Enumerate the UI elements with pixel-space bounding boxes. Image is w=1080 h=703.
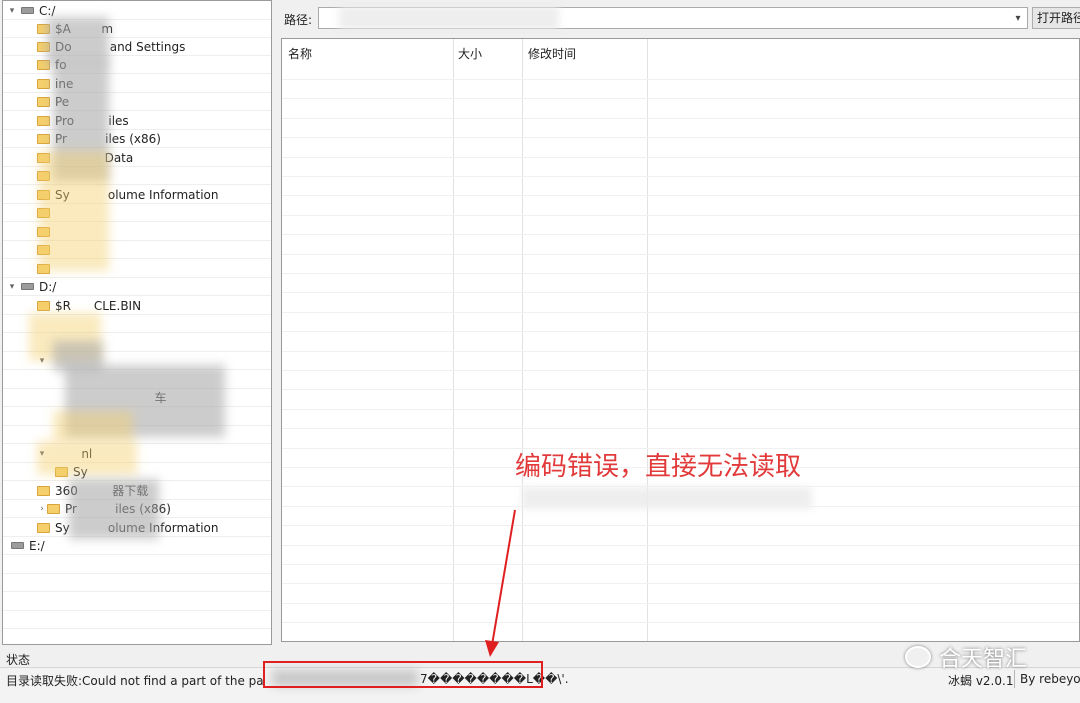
version-label: 冰蝎 v2.0.1 (948, 674, 1014, 688)
arrow-head (485, 640, 499, 657)
annotation-arrow (485, 509, 516, 657)
status-label: 状态 (6, 653, 31, 667)
watermark-text: 合天智汇 (939, 647, 1028, 672)
author-label: By rebeyo (1020, 672, 1080, 686)
status-message: 目录读取失败:Could not find a part of the pa (6, 674, 264, 688)
watermark: 合天智汇 (905, 641, 1027, 673)
wechat-icon (905, 646, 931, 668)
error-highlight-box (263, 661, 543, 688)
arrow-shaft (491, 509, 516, 646)
